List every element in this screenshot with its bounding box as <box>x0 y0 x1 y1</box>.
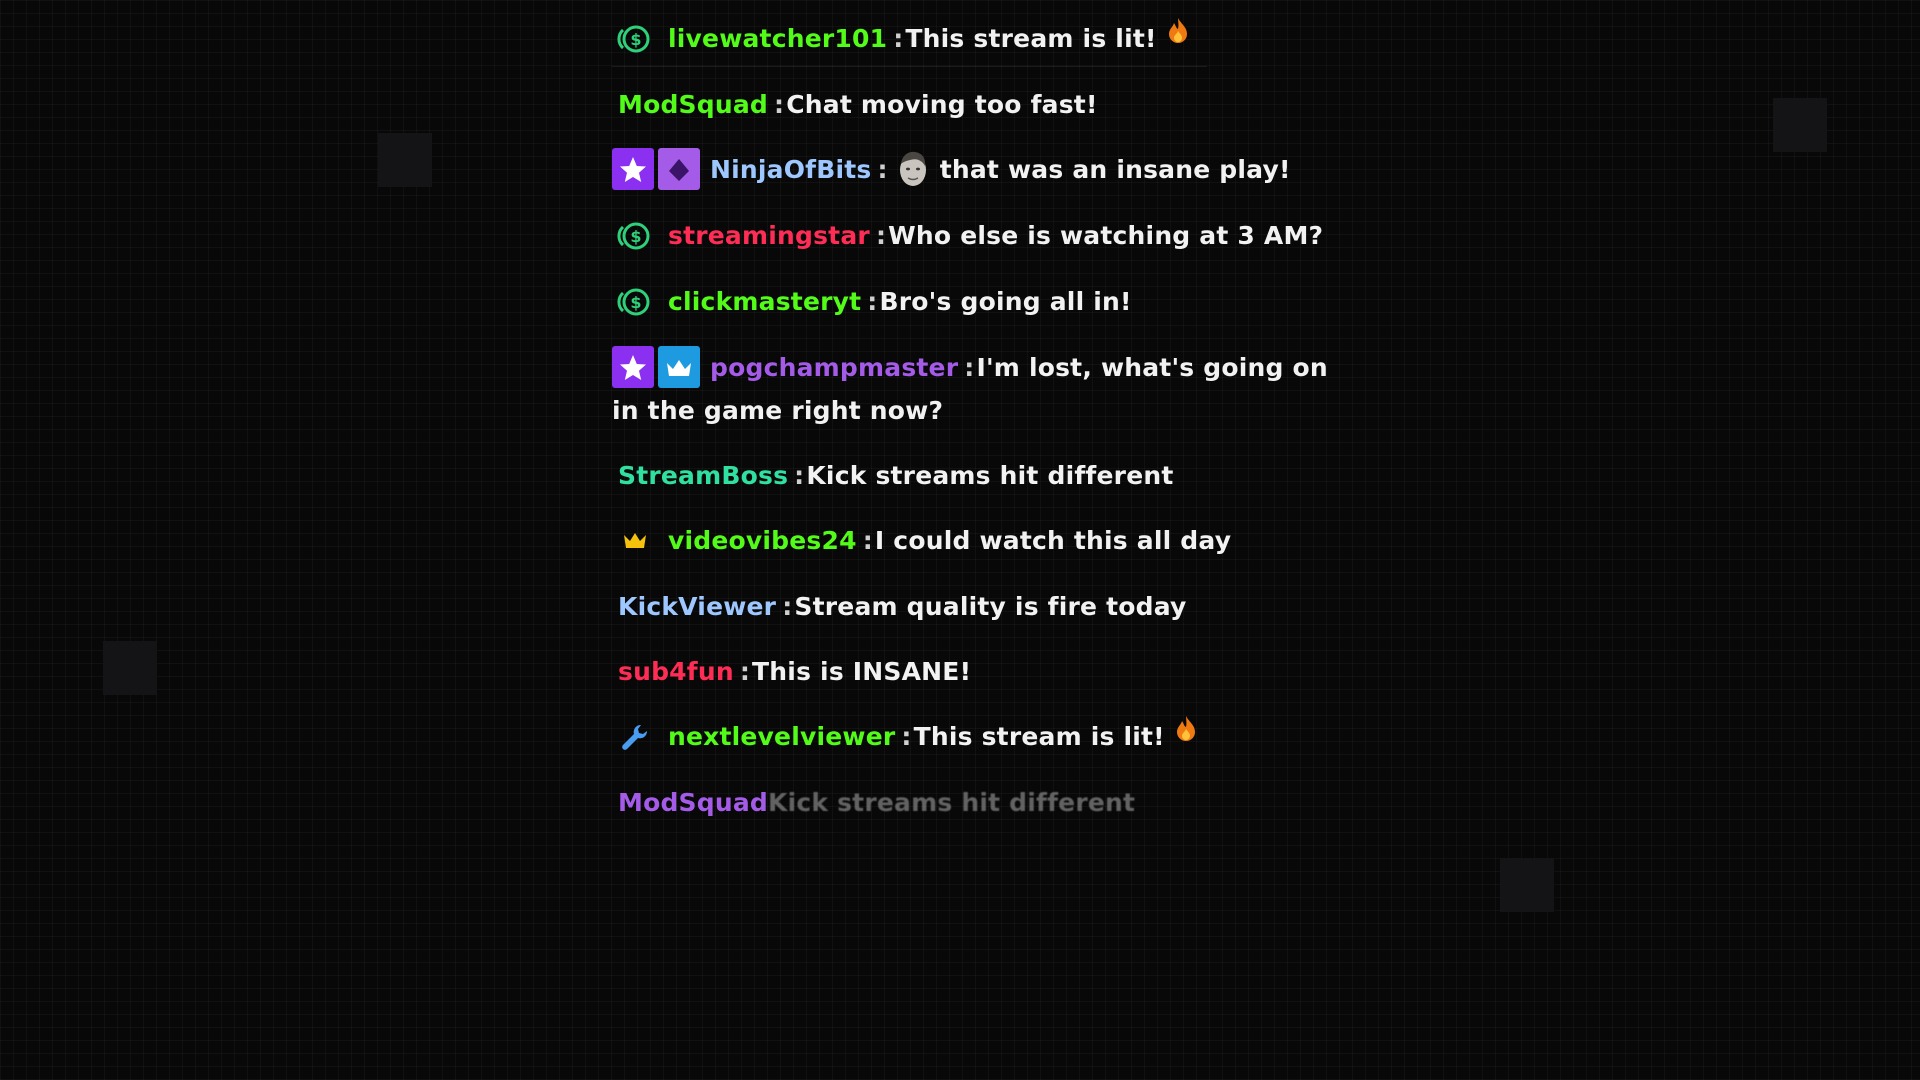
chat-message: nextlevelviewer:This stream is lit! <box>612 716 1332 759</box>
chat-username[interactable]: ModSquad <box>618 90 768 119</box>
chat-separator: : <box>893 24 904 53</box>
dollar-coin-icon: $ <box>612 214 658 256</box>
chat-message: videovibes24:I could watch this all day <box>612 520 1332 563</box>
chat-username[interactable]: ModSquad <box>618 788 768 817</box>
chat-username[interactable]: livewatcher101 <box>668 24 887 53</box>
dollar-coin-icon: $ <box>612 17 658 59</box>
chat-message-text: that was an insane play! <box>939 155 1291 184</box>
chat-message: ModSquad:Chat moving too fast! <box>612 84 1332 126</box>
chat-username[interactable]: streamingstar <box>668 221 870 250</box>
chat-message-text: Who else is watching at 3 AM? <box>888 221 1324 250</box>
chat-message-text: Bro's going all in! <box>879 287 1132 316</box>
chat-separator: : <box>901 722 912 751</box>
chat-separator: : <box>862 526 873 555</box>
wrench-icon <box>612 715 658 757</box>
chat-message: NinjaOfBits: that was an insane play! <box>612 148 1332 192</box>
chat-message-list: $ livewatcher101:This stream is lit! Mod… <box>612 18 1332 847</box>
chat-username[interactable]: StreamBoss <box>618 461 788 490</box>
chat-separator: : <box>782 592 793 621</box>
chat-message: StreamBoss:Kick streams hit different <box>612 455 1332 497</box>
chat-username[interactable]: sub4fun <box>618 657 734 686</box>
chat-message-text: Chat moving too fast! <box>786 90 1098 119</box>
chat-username[interactable]: KickViewer <box>618 592 776 621</box>
fire-icon <box>1175 714 1197 756</box>
stream-overlay-background: $ livewatcher101:This stream is lit! Mod… <box>0 0 1920 1080</box>
decorative-square <box>378 133 432 187</box>
crown-icon <box>612 519 658 561</box>
chat-username[interactable]: NinjaOfBits <box>710 155 872 184</box>
chat-message-text: Kick streams hit different <box>806 461 1174 490</box>
svg-text:$: $ <box>630 227 641 246</box>
face-emote-icon <box>896 148 930 188</box>
diamond-icon <box>658 148 700 190</box>
dollar-coin-icon: $ <box>612 280 658 322</box>
chat-message-text: This stream is lit! <box>905 24 1157 53</box>
chat-message-text: Stream quality is fire today <box>794 592 1187 621</box>
chat-message-text: Kick streams hit different <box>768 788 1136 817</box>
fire-icon <box>1167 16 1189 58</box>
chat-message: $ streamingstar:Who else is watching at … <box>612 215 1332 258</box>
chat-username[interactable]: clickmasteryt <box>668 287 861 316</box>
chat-separator: : <box>964 353 975 382</box>
chat-message-text: This stream is lit! <box>913 722 1165 751</box>
chat-message: sub4fun:This is INSANE! <box>612 651 1332 693</box>
decorative-square <box>1773 98 1827 152</box>
chat-username[interactable]: pogchampmaster <box>710 353 958 382</box>
chat-separator: : <box>774 90 785 119</box>
chat-separator: : <box>875 221 887 250</box>
chat-separator: : <box>794 461 805 490</box>
chat-message: $ livewatcher101:This stream is lit! <box>612 16 1332 67</box>
chat-username[interactable]: videovibes24 <box>668 526 857 555</box>
crown-icon <box>658 346 700 388</box>
chat-separator: : <box>877 155 888 184</box>
chat-separator: : <box>867 287 878 316</box>
chat-message-incoming: ModSquadKick streams hit different <box>612 782 1332 824</box>
star-icon <box>612 148 654 190</box>
chat-message-text: This is INSANE! <box>752 657 972 686</box>
decorative-square <box>103 641 157 695</box>
chat-username[interactable]: nextlevelviewer <box>668 722 895 751</box>
chat-message-text: I could watch this all day <box>874 526 1232 555</box>
svg-text:$: $ <box>630 30 641 49</box>
chat-message: KickViewer:Stream quality is fire today <box>612 586 1332 628</box>
chat-message: pogchampmaster:I'm lost, what's going on… <box>612 346 1332 432</box>
svg-text:$: $ <box>630 293 641 312</box>
decorative-square <box>1500 858 1554 912</box>
chat-separator: : <box>739 657 751 686</box>
chat-message: $ clickmasteryt:Bro's going all in! <box>612 281 1332 324</box>
star-icon <box>612 346 654 388</box>
